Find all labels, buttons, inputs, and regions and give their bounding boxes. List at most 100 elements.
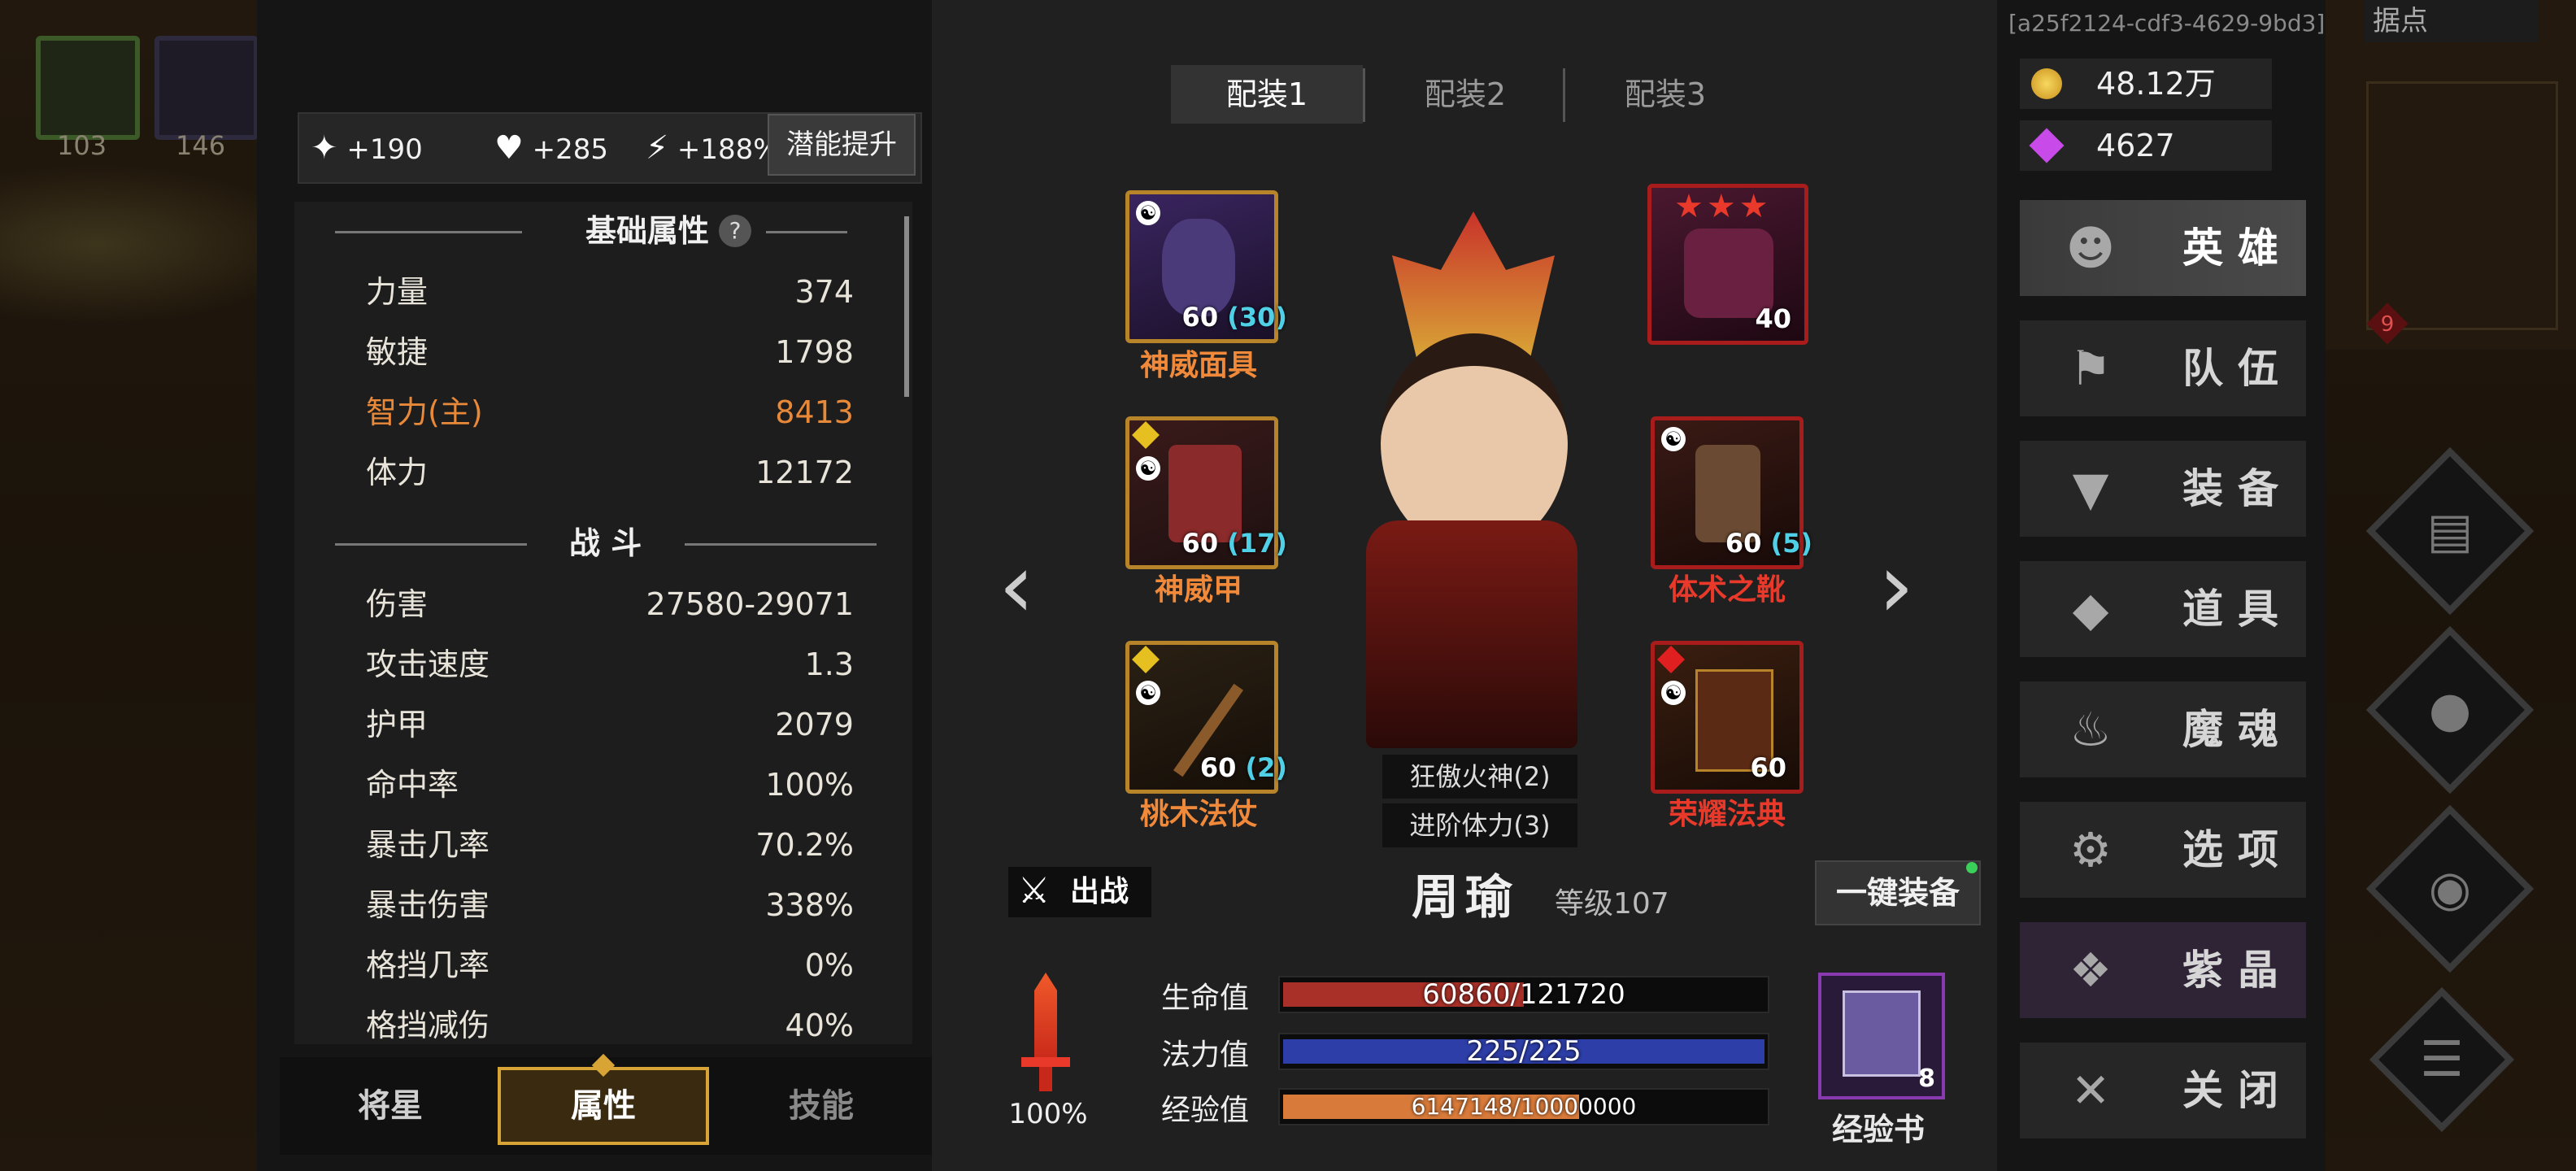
helmet-icon: ▼ [2072, 461, 2109, 516]
world-item-slot-2[interactable] [154, 36, 259, 140]
minimap-badge: 9 [2380, 312, 2395, 337]
yinyang-icon: ☯ [1661, 681, 1686, 705]
help-icon[interactable]: ? [719, 215, 751, 247]
exp-book-label: 经验书 [1831, 1112, 1925, 1147]
deploy-label: 出战 [1070, 875, 1129, 908]
tab-general-star[interactable]: 将星 [285, 1067, 496, 1145]
flame-icon: ♨ [2069, 702, 2112, 757]
session-id: [a25f2124-cdf3-4629-9bd3] [2008, 10, 2326, 37]
lightning-icon: ⚡ [646, 129, 669, 167]
stat-row: 格挡几率 0% [366, 947, 854, 983]
gem-currency: 4627 [2020, 120, 2272, 171]
equip-name-weapon: 桃木法仗 [1139, 798, 1257, 831]
exp-book-item[interactable]: 8 [1818, 973, 1945, 1099]
stat-row: 攻击速度 1.3 [366, 646, 854, 682]
menu-team[interactable]: ⚑ 队伍 [2020, 320, 2306, 416]
hero-name: 周瑜 [1412, 869, 1520, 925]
stat-row-primary: 智力(主) 8413 [366, 394, 854, 430]
loadout-tab-2[interactable]: 配装2 [1369, 65, 1561, 124]
hero-body [1366, 520, 1577, 748]
menu-items[interactable]: ◆ 道具 [2020, 561, 2306, 657]
gem-icon [1132, 421, 1160, 449]
menu-soul[interactable]: ♨ 魔魂 [2020, 681, 2306, 777]
loadout-tab-3[interactable]: 配装3 [1569, 65, 1761, 124]
hero-portrait[interactable] [1334, 195, 1610, 764]
flag-icon: ⚑ [2069, 341, 2112, 396]
gem-icon [1657, 646, 1685, 673]
notification-dot [1966, 862, 1978, 873]
set-bonus-2[interactable]: 进阶体力(3) [1382, 803, 1577, 847]
stat-row: 命中率 100% [366, 767, 854, 803]
hp-value: 60860/121720 [1422, 978, 1625, 1011]
tab-divider [1363, 68, 1365, 122]
yinyang-icon: ☯ [1136, 681, 1160, 705]
xp-value: 6147148/10000000 [1411, 1093, 1637, 1120]
purple-gem-icon [2029, 128, 2065, 163]
menu-options[interactable]: ⚙ 选项 [2020, 802, 2306, 898]
potential-health: ♥ +285 [494, 129, 609, 167]
gold-currency: 48.12万 [2020, 59, 2272, 109]
gold-coin-icon [2031, 68, 2062, 99]
list-icon: ☰ [2420, 1031, 2464, 1088]
potential-strength: ✦ +190 [311, 129, 423, 167]
mp-bar: 225/225 [1278, 1033, 1769, 1070]
menu-close[interactable]: ✕ 关闭 [2020, 1043, 2306, 1138]
hero-level: 等级107 [1555, 887, 1669, 921]
stats-scrollbar[interactable] [904, 216, 909, 397]
world-item-count-1: 103 [57, 130, 107, 161]
next-hero-arrow-icon[interactable]: › [1878, 541, 1914, 630]
deploy-button[interactable]: ⚔ 出战 [1008, 867, 1151, 917]
exp-book-count: 8 [1918, 1064, 1935, 1093]
gem-amount: 4627 [2096, 128, 2175, 163]
equip-slot-book[interactable]: ☯ 60 [1651, 641, 1804, 794]
stat-row: 格挡减伤 40% [366, 1008, 854, 1043]
sword-percent: 100% [1008, 1098, 1088, 1130]
equip-slot-helmet[interactable]: ☯ 60 (30) [1125, 190, 1287, 343]
world-item-count-2: 146 [176, 130, 226, 161]
stat-row: 力量 374 [366, 274, 854, 310]
minimap[interactable]: 据点 9 [2326, 0, 2576, 350]
equip-name-helmet: 神威面具 [1139, 349, 1257, 382]
set-bonus-1[interactable]: 狂傲火神(2) [1382, 755, 1577, 799]
stat-row: 伤害 27580-29071 [366, 586, 854, 622]
yinyang-icon: ☯ [1661, 427, 1686, 451]
potion-icon: ◉ [2428, 860, 2472, 917]
equip-name-boots: 体术之靴 [1668, 573, 1786, 607]
hp-bar: 60860/121720 [1278, 976, 1769, 1013]
menu-equipment[interactable]: ▼ 装备 [2020, 441, 2306, 537]
gem-icon [1132, 646, 1160, 673]
auto-equip-button[interactable]: 一键装备 [1815, 860, 1981, 925]
equip-slot-boots[interactable]: ☯ 60 (5) [1651, 416, 1812, 569]
xp-label: 经验值 [1161, 1094, 1250, 1127]
book-icon [1843, 990, 1921, 1077]
stat-row: 敏捷 1798 [366, 334, 854, 370]
equip-slot-weapon[interactable]: ☯ 60 (2) [1125, 641, 1287, 794]
tab-attributes[interactable]: 属性 [498, 1067, 709, 1145]
crossed-swords-icon: ⚔ [1018, 870, 1051, 912]
menu-amethyst[interactable]: ❖ 紫晶 [2020, 922, 2306, 1018]
stat-row: 护甲 2079 [366, 707, 854, 742]
xp-bar: 6147148/10000000 [1278, 1088, 1769, 1125]
prev-hero-arrow-icon[interactable]: ‹ [999, 541, 1034, 630]
yinyang-icon: ☯ [1136, 201, 1160, 225]
world-item-slot-1[interactable] [36, 36, 140, 140]
combat-title: 战 斗 [569, 525, 642, 561]
equip-slot-armor[interactable]: ☯ 60 (17) [1125, 416, 1287, 569]
crystal-icon: ❖ [2069, 942, 2112, 998]
loadout-tab-1[interactable]: 配装1 [1171, 65, 1363, 124]
tab-skills[interactable]: 技能 [716, 1067, 927, 1145]
equip-name-book: 荣耀法典 [1668, 798, 1786, 831]
stat-row: 暴击几率 70.2% [366, 827, 854, 863]
stats-list[interactable]: 基础属性 ? 力量 374 敏捷 1798 智力(主) 8413 体力 12172 战 … [294, 202, 912, 1044]
stat-row: 暴击伤害 338% [366, 887, 854, 923]
sword-power-icon [1021, 973, 1070, 1095]
menu-heroes[interactable]: ☻ 英雄 [2020, 200, 2306, 296]
basic-attributes-header: 基础属性 ? [335, 207, 847, 255]
potential-upgrade-button[interactable]: 潜能提升 [768, 114, 916, 176]
tab-divider [1563, 68, 1565, 122]
gold-amount: 48.12万 [2096, 66, 2216, 102]
basic-attributes-title: 基础属性 [585, 213, 710, 249]
mp-label: 法力值 [1161, 1038, 1250, 1072]
hp-label: 生命值 [1161, 982, 1250, 1015]
equip-slot-mount[interactable]: ★★★ 40 [1647, 184, 1808, 345]
